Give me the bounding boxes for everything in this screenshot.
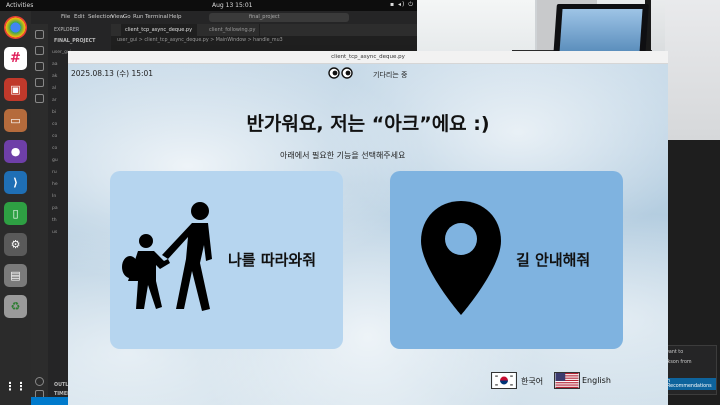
tab-client-tcp-async-deque[interactable]: client_tcp_async_deque.py bbox=[121, 24, 198, 36]
laptop-display bbox=[559, 9, 643, 51]
android-icon[interactable]: ▯ bbox=[4, 202, 27, 225]
menu-help[interactable]: Help bbox=[169, 14, 182, 20]
trash-icon[interactable]: ♻ bbox=[4, 295, 27, 318]
menu-selection[interactable]: Selection bbox=[88, 14, 113, 20]
files-icon[interactable]: ▭ bbox=[4, 109, 27, 132]
korea-flag-icon bbox=[491, 372, 517, 389]
usa-flag-icon bbox=[554, 372, 580, 389]
lang-english-label: English bbox=[582, 376, 611, 385]
laptop-screen bbox=[553, 4, 649, 58]
robot-gui-window: client_tcp_async_deque.py 2025.08.13 (수)… bbox=[68, 51, 668, 405]
vscode-menubar: File Edit Selection View Go Run Terminal… bbox=[31, 11, 417, 24]
follow-me-label: 나를 따라와줘 bbox=[228, 251, 317, 269]
chrome-icon[interactable] bbox=[4, 16, 27, 39]
settings-icon[interactable]: ⚙ bbox=[4, 233, 27, 256]
vscode-notification[interactable]: want to ckson from n Recommendations bbox=[661, 345, 717, 395]
app-icon[interactable]: ▣ bbox=[4, 78, 27, 101]
tab-client-following[interactable]: client_following.py bbox=[205, 24, 261, 36]
menu-go[interactable]: Go bbox=[123, 14, 131, 20]
guide-button[interactable]: 길 안내해줘 bbox=[390, 171, 623, 349]
datetime: 2025.08.13 (수) 15:01 bbox=[71, 69, 154, 78]
search-icon[interactable] bbox=[35, 46, 44, 55]
explorer-title: EXPLORER bbox=[54, 28, 80, 33]
person-walking-with-child-icon bbox=[122, 202, 212, 311]
robot-eyes-icon bbox=[328, 67, 353, 79]
source-control-icon[interactable] bbox=[35, 62, 44, 71]
slack-icon[interactable]: # bbox=[4, 47, 27, 70]
project-folder[interactable]: FINAL_PROJECT bbox=[54, 39, 95, 44]
system-tray-icons[interactable]: ▪ ◂) ⏻ bbox=[390, 1, 414, 9]
vscode-icon[interactable]: ⟩ bbox=[4, 171, 27, 194]
editor-tabs: client_tcp_async_deque.py client_followi… bbox=[111, 24, 417, 36]
desktop-screen: Activities Aug 13 15:01 ▪ ◂) ⏻ # ▣ ▭ ● ⟩… bbox=[0, 0, 720, 405]
dock: # ▣ ▭ ● ⟩ ▯ ⚙ ▤ ♻ ⋮⋮ bbox=[0, 11, 31, 405]
guide-label: 길 안내해줘 bbox=[516, 251, 591, 269]
menu-edit[interactable]: Edit bbox=[74, 14, 85, 20]
notification-action[interactable]: n Recommendations bbox=[665, 378, 716, 390]
github-icon[interactable]: ● bbox=[4, 140, 27, 163]
command-search[interactable]: final_project bbox=[209, 13, 349, 22]
app-body: 2025.08.13 (수) 15:01 기다리는 중 반가워요, 저는 “아크… bbox=[68, 64, 668, 405]
lang-korean-label: 한국어 bbox=[521, 377, 544, 386]
menu-run[interactable]: Run bbox=[133, 14, 144, 20]
drive-icon[interactable]: ▤ bbox=[4, 264, 27, 287]
account-icon[interactable] bbox=[35, 377, 44, 386]
follow-me-button[interactable]: 나를 따라와줘 bbox=[110, 171, 343, 349]
camera-right-wall bbox=[665, 0, 720, 140]
clock[interactable]: Aug 13 15:01 bbox=[212, 2, 252, 9]
menu-terminal[interactable]: Terminal bbox=[145, 14, 168, 20]
activity-bar bbox=[31, 24, 48, 405]
app-title[interactable]: client_tcp_async_deque.py bbox=[68, 51, 668, 64]
notification-line: ckson from bbox=[665, 360, 692, 365]
extensions-icon[interactable] bbox=[35, 94, 44, 103]
system-top-bar: Activities Aug 13 15:01 ▪ ◂) ⏻ bbox=[0, 0, 417, 11]
run-debug-icon[interactable] bbox=[35, 78, 44, 87]
show-apps-icon[interactable]: ⋮⋮ bbox=[4, 375, 27, 398]
map-pin-icon bbox=[421, 201, 501, 315]
breadcrumb[interactable]: user_gui > client_tcp_async_deque.py > M… bbox=[111, 36, 417, 45]
activities-button[interactable]: Activities bbox=[6, 2, 33, 9]
greeting-title: 반가워요, 저는 “아크”에요 :) bbox=[246, 113, 490, 135]
explorer-icon[interactable] bbox=[35, 30, 44, 39]
instruction-text: 아래에서 필요한 기능을 선택해주세요 bbox=[280, 151, 406, 160]
status-text: 기다리는 중 bbox=[373, 71, 408, 79]
menu-file[interactable]: File bbox=[61, 14, 70, 20]
